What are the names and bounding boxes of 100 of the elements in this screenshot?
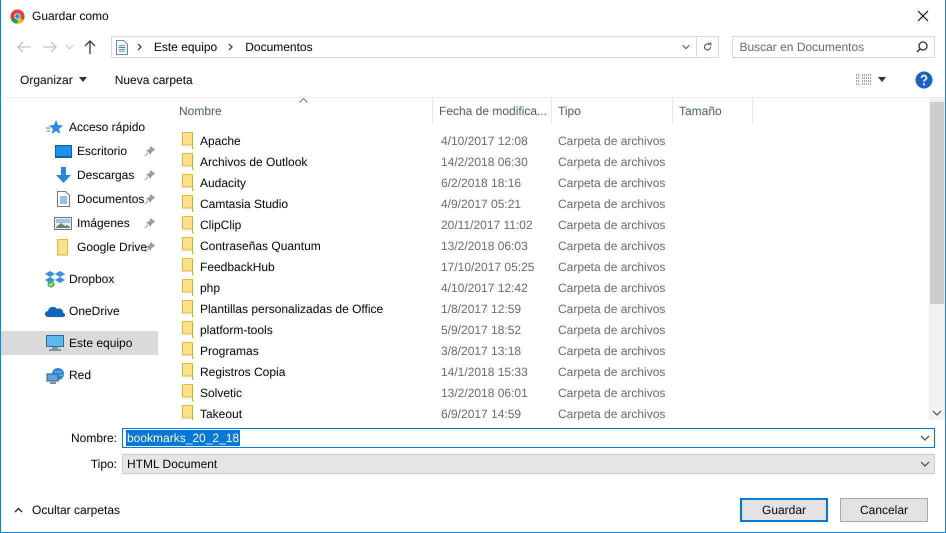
table-cell: Carpeta de archivos: [558, 322, 666, 336]
details-view-icon: [856, 74, 872, 86]
folder-icon: [182, 195, 194, 212]
table-cell: Carpeta de archivos: [558, 154, 666, 168]
scrollbar[interactable]: [929, 98, 945, 420]
document-icon: [56, 191, 70, 207]
caret-up-icon: [14, 507, 23, 513]
sidebar-item[interactable]: Dropbox: [1, 267, 158, 291]
table-cell: Carpeta de archivos: [558, 176, 666, 190]
save-button[interactable]: Guardar: [740, 498, 828, 522]
table-cell: 20/11/2017 11:02: [441, 218, 533, 232]
sidebar-item[interactable]: Google Drive: [1, 235, 158, 259]
file-name[interactable]: Programas: [200, 344, 259, 358]
chevron-down-icon: [66, 45, 74, 49]
table-cell: 5/9/2017 18:52: [441, 322, 522, 336]
table-cell: 14/2/2018 06:30: [441, 154, 528, 168]
file-name[interactable]: php: [200, 280, 220, 294]
refresh-icon: [703, 41, 712, 53]
table-cell: Carpeta de archivos: [558, 344, 666, 358]
network-icon: [46, 366, 64, 384]
sidebar-item[interactable]: Descargas: [1, 163, 158, 187]
table-cell: Carpeta de archivos: [558, 218, 666, 232]
file-name[interactable]: Archivos de Outlook: [200, 154, 308, 168]
file-type-dropdown[interactable]: HTML Document: [122, 454, 935, 474]
cloud-icon: [45, 305, 65, 317]
table-cell: 13/2/2018 06:01: [441, 386, 528, 400]
file-name[interactable]: Takeout: [200, 406, 242, 420]
file-name[interactable]: ClipClip: [200, 218, 242, 232]
table-cell: 6/9/2017 14:59: [441, 406, 522, 420]
table-cell: Carpeta de archivos: [558, 260, 666, 274]
folder-icon: [182, 321, 194, 338]
table-cell: Carpeta de archivos: [558, 238, 666, 252]
file-name[interactable]: Audacity: [200, 176, 246, 190]
sidebar-item[interactable]: Documentos: [1, 187, 158, 211]
file-name[interactable]: platform-tools: [200, 322, 273, 336]
dropbox-icon: [45, 270, 65, 288]
chevron-down-icon: [920, 435, 930, 441]
chevron-down-icon: [920, 461, 930, 467]
file-name[interactable]: Contraseñas Quantum: [200, 238, 321, 252]
column-header[interactable]: Nombre: [171, 98, 433, 124]
file-name[interactable]: Camtasia Studio: [200, 196, 288, 210]
search-field[interactable]: Buscar en Documentos: [732, 36, 936, 58]
column-header[interactable]: Tamaño: [673, 98, 753, 124]
sidebar-item[interactable]: Imágenes: [1, 211, 158, 235]
field-label: Tipo:: [90, 457, 118, 471]
file-name[interactable]: Solvetic: [200, 386, 242, 400]
image-icon: [54, 216, 72, 230]
table-cell: 17/10/2017 05:25: [441, 260, 534, 274]
scroll-down-icon[interactable]: [932, 410, 942, 416]
field-label: Nombre:: [70, 431, 118, 445]
new-folder-button[interactable]: Nueva carpeta: [108, 68, 200, 92]
table-cell: 4/10/2017 12:08: [441, 134, 528, 148]
up-arrow-icon: [84, 40, 96, 54]
file-name[interactable]: Registros Copia: [200, 364, 286, 378]
sidebar-item[interactable]: Este equipo: [1, 331, 158, 355]
file-name-field[interactable]: bookmarks_20_2_18: [122, 428, 935, 448]
file-name[interactable]: FeedbackHub: [200, 260, 275, 274]
document-icon: [116, 40, 128, 54]
help-icon: [915, 70, 933, 88]
column-header[interactable]: Tipo: [552, 98, 673, 124]
folder-icon: [182, 279, 194, 296]
breadcrumb[interactable]: Este equipo: [152, 40, 220, 54]
hide-folders-button[interactable]: Ocultar carpetas: [11, 501, 124, 519]
sidebar-item[interactable]: Escritorio: [1, 139, 158, 163]
breadcrumb[interactable]: Documentos: [243, 40, 315, 54]
folder-icon: [182, 174, 194, 191]
cancel-button[interactable]: Cancelar: [840, 498, 928, 522]
table-cell: 13/2/2018 06:03: [441, 238, 528, 252]
table-cell: 1/8/2017 12:59: [441, 302, 522, 316]
file-name[interactable]: Apache: [200, 134, 241, 148]
app-icon: [10, 8, 25, 24]
star-icon: [46, 119, 64, 135]
chevron-icon: [227, 43, 236, 51]
folder-icon: [182, 258, 194, 275]
column-header[interactable]: Fecha de modifica...: [433, 98, 552, 124]
address-bar[interactable]: Este equipo Documentos: [110, 36, 720, 58]
table-cell: Carpeta de archivos: [558, 302, 666, 316]
caret-icon: [878, 77, 886, 82]
organize-menu[interactable]: Organizar: [13, 68, 94, 92]
caret-icon: [78, 77, 87, 82]
back-arrow-icon: [16, 41, 31, 53]
table-cell: 4/10/2017 12:42: [441, 280, 528, 294]
folder-icon: [182, 405, 194, 420]
folder-icon: [182, 153, 194, 170]
sidebar-item[interactable]: Acceso rápido: [1, 115, 158, 139]
folder-icon: [57, 238, 69, 256]
table-cell: 3/8/2017 13:18: [441, 344, 522, 358]
folder-icon: [182, 216, 194, 233]
folder-icon: [182, 363, 194, 380]
table-cell: Carpeta de archivos: [558, 386, 666, 400]
folder-icon: [182, 300, 194, 317]
folder-icon: [182, 132, 194, 149]
desktop-icon: [54, 144, 72, 158]
file-name[interactable]: Plantillas personalizadas de Office: [200, 302, 384, 316]
table-cell: Carpeta de archivos: [558, 196, 666, 210]
table-cell: 6/2/2018 18:16: [441, 176, 522, 190]
sidebar-item[interactable]: Red: [1, 363, 158, 387]
folder-icon: [182, 237, 194, 254]
sidebar-item[interactable]: OneDrive: [1, 299, 158, 323]
search-icon: [916, 41, 928, 53]
